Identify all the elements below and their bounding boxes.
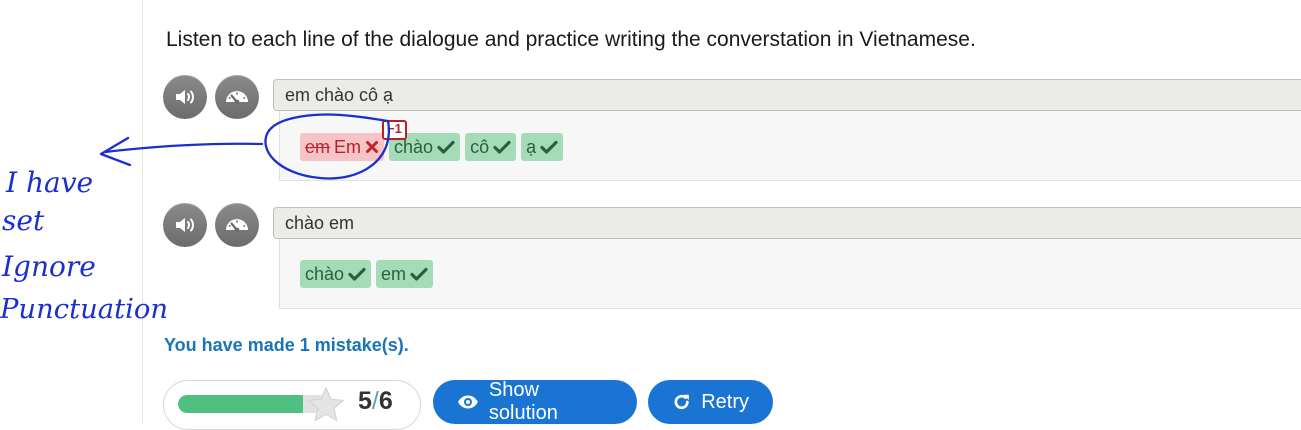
annotation-circle — [264, 113, 391, 180]
handwritten-line-2: set — [2, 204, 45, 237]
handwritten-annotation: I have set Ignore Punctuation — [0, 113, 391, 325]
annotation-arrow — [103, 142, 264, 154]
handwritten-line-4: Punctuation — [0, 294, 168, 325]
handwritten-line-3: Ignore — [1, 250, 96, 283]
handwritten-line-1: I have — [5, 166, 93, 199]
